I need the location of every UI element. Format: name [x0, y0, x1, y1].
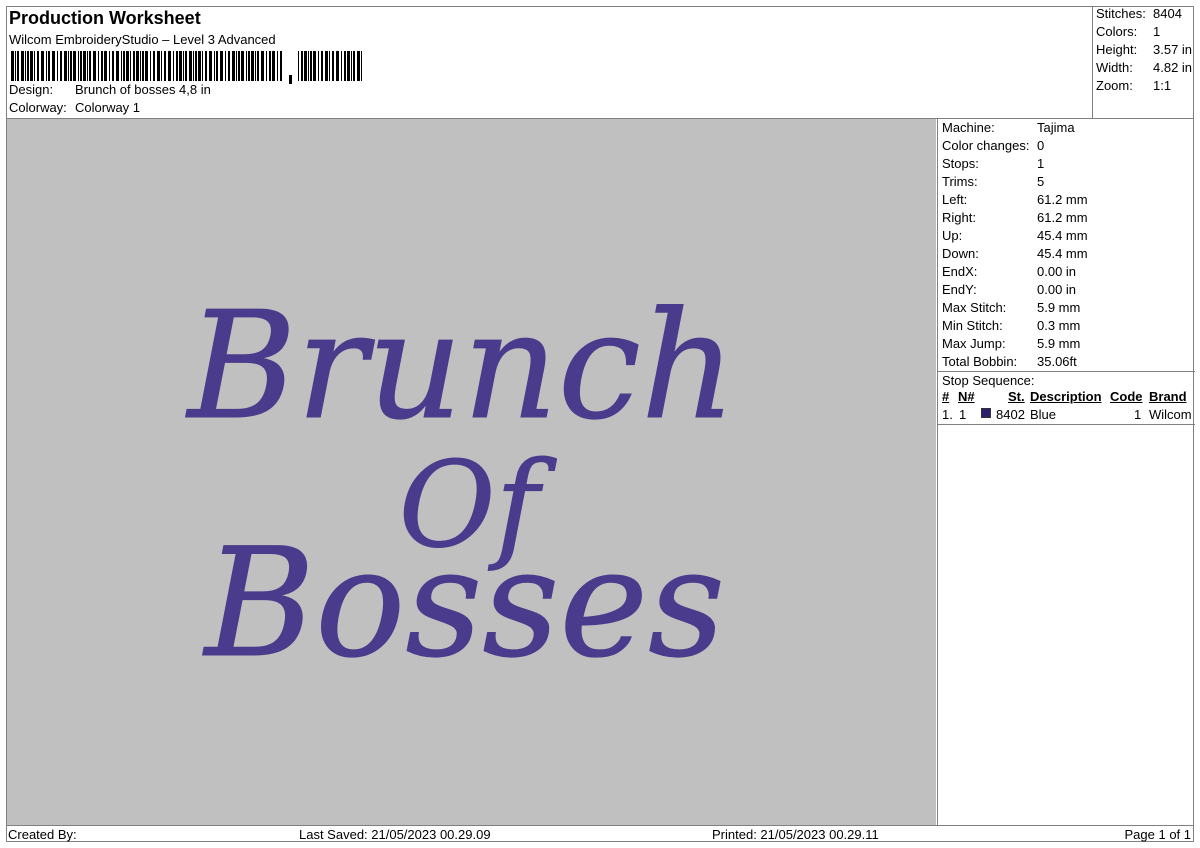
property-label: Down:: [942, 246, 979, 261]
property-value: 35.06ft: [1037, 354, 1077, 369]
property-row: EndX: 0.00 in: [942, 264, 1076, 279]
col-brand: Brand: [1149, 389, 1187, 404]
property-label: EndY:: [942, 282, 977, 297]
summary-value: 1:1: [1153, 78, 1172, 93]
property-value: 0.3 mm: [1037, 318, 1081, 333]
property-value: 0.00 in: [1037, 264, 1077, 279]
thread-color-swatch: [981, 408, 991, 418]
property-label: Total Bobbin:: [942, 354, 1018, 369]
property-row: Left: 61.2 mm: [942, 192, 1088, 207]
property-row: Trims: 5: [942, 174, 1044, 189]
summary-height: Height: 3.57 in: [1096, 42, 1192, 57]
property-row: Total Bobbin: 35.06ft: [942, 354, 1077, 369]
property-value: 5.9 mm: [1037, 336, 1081, 351]
summary-label: Zoom:: [1096, 78, 1133, 93]
row-needle: 1: [959, 407, 967, 422]
property-label: Color changes:: [942, 138, 1030, 153]
property-row: Max Stitch: 5.9 mm: [942, 300, 1080, 315]
property-label: Trims:: [942, 174, 978, 189]
summary-label: Colors:: [1096, 24, 1138, 39]
property-value: 45.4 mm: [1037, 246, 1088, 261]
property-row: Up: 45.4 mm: [942, 228, 1088, 243]
col-description: Description: [1030, 389, 1102, 404]
design-word-brunch: Brunch: [185, 280, 736, 452]
summary-value: 4.82 in: [1153, 60, 1193, 75]
property-row: Max Jump: 5.9 mm: [942, 336, 1080, 351]
stop-sequence-title: Stop Sequence:: [942, 373, 1035, 388]
property-value: 61.2 mm: [1037, 210, 1088, 225]
row-code: 1: [1134, 407, 1142, 422]
stop-sequence-header: Stop Sequence:: [938, 371, 1195, 390]
row-stitches: 8402: [996, 407, 1025, 422]
row-description: Blue: [1030, 407, 1057, 422]
property-row: Color changes: 0: [942, 138, 1044, 153]
property-value: 1: [1037, 156, 1045, 171]
row-index: 1.: [942, 407, 953, 422]
colorway-value: Colorway 1: [75, 100, 141, 115]
property-value: 0: [1037, 138, 1045, 153]
summary-panel: Stitches: 8404 Colors: 1 Height: 3.57 in Wi…: [1092, 6, 1195, 118]
property-label: Min Stitch:: [942, 318, 1003, 333]
design-row: Design: Brunch of bosses 4,8 in: [9, 82, 211, 97]
property-label: Stops:: [942, 156, 979, 171]
summary-value: 1: [1153, 24, 1161, 39]
property-label: Max Stitch:: [942, 300, 1007, 315]
property-label: Machine:: [942, 120, 995, 135]
property-label: Up:: [942, 228, 963, 243]
property-value: 45.4 mm: [1037, 228, 1088, 243]
page-title: Production Worksheet: [9, 8, 201, 28]
property-label: Right:: [942, 210, 976, 225]
summary-label: Height:: [1096, 42, 1138, 57]
property-value: Tajima: [1037, 120, 1075, 135]
col-needle: N#: [958, 389, 975, 404]
properties-panel: Machine: Tajima Color changes: 0 Stops: 1 Trim…: [937, 119, 1195, 825]
embroidery-design: Brunch Of Bosses: [184, 280, 736, 692]
colorway-row: Colorway: Colorway 1: [9, 100, 140, 115]
summary-value: 3.57 in: [1153, 42, 1193, 57]
colorway-label: Colorway:: [9, 100, 67, 115]
property-row: Right: 61.2 mm: [942, 210, 1088, 225]
design-preview: Brunch Of Bosses: [7, 119, 936, 825]
created-by: Created By:: [8, 827, 77, 842]
summary-zoom: Zoom: 1:1: [1096, 78, 1171, 93]
col-index: #: [942, 389, 950, 404]
property-label: Max Jump:: [942, 336, 1006, 351]
col-stitches: St.: [1008, 389, 1025, 404]
summary-label: Stitches:: [1096, 6, 1146, 21]
summary-stitches: Stitches: 8404: [1096, 6, 1182, 21]
property-label: Left:: [942, 192, 968, 207]
printed-date: Printed: 21/05/2023 00.29.11: [712, 827, 879, 842]
summary-width: Width: 4.82 in: [1096, 60, 1192, 75]
property-value: 5.9 mm: [1037, 300, 1081, 315]
property-row: Min Stitch: 0.3 mm: [942, 318, 1080, 333]
property-value: 0.00 in: [1037, 282, 1077, 297]
software-name: Wilcom EmbroideryStudio – Level 3 Advanc…: [9, 32, 276, 47]
col-code: Code: [1110, 389, 1143, 404]
summary-colors: Colors: 1: [1096, 24, 1160, 39]
worksheet-header: Production Worksheet Wilcom EmbroiderySt…: [6, 6, 1092, 118]
property-row: Stops: 1: [942, 156, 1044, 171]
summary-value: 8404: [1153, 6, 1182, 21]
property-row: Machine: Tajima: [942, 120, 1075, 135]
property-row: Down: 45.4 mm: [942, 246, 1088, 261]
property-value: 5: [1037, 174, 1045, 189]
design-word-bosses: Bosses: [202, 517, 725, 691]
summary-label: Width:: [1096, 60, 1133, 75]
design-label: Design:: [9, 82, 54, 97]
last-saved: Last Saved: 21/05/2023 00.29.09: [299, 827, 491, 842]
table-divider: [938, 424, 1195, 425]
row-brand: Wilcom: [1149, 407, 1192, 422]
property-row: EndY: 0.00 in: [942, 282, 1076, 297]
page-number: Page 1 of 1: [1124, 827, 1192, 842]
design-barcode: [11, 51, 362, 84]
property-label: EndX:: [942, 264, 978, 279]
property-value: 61.2 mm: [1037, 192, 1088, 207]
worksheet-footer: Created By: Last Saved: 21/05/2023 00.29…: [6, 825, 1194, 843]
design-value: Brunch of bosses 4,8 in: [75, 82, 211, 97]
